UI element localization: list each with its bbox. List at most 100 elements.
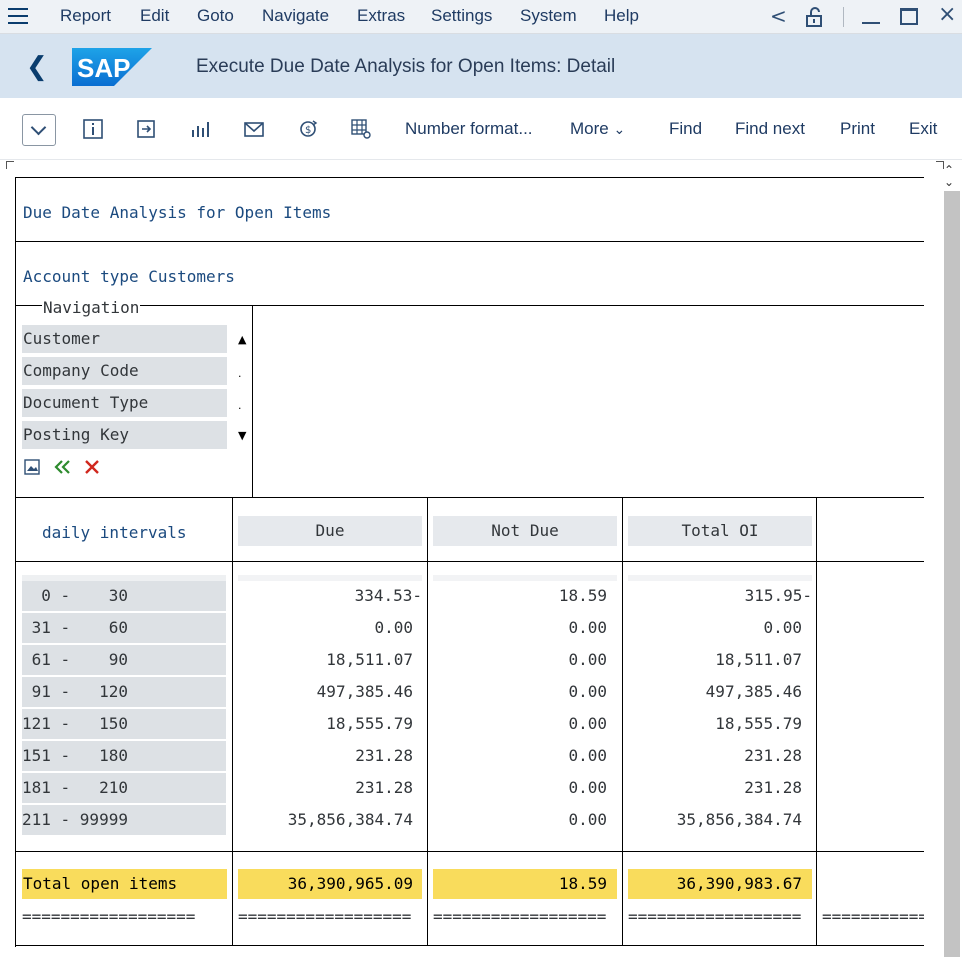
find-next-button[interactable]: Find next bbox=[735, 119, 805, 139]
menu-edit[interactable]: Edit bbox=[140, 6, 169, 26]
exit-button[interactable]: Exit bbox=[909, 119, 937, 139]
due-cell[interactable]: 334.53- bbox=[238, 581, 422, 611]
sap-logo: SAP bbox=[72, 48, 152, 86]
page-title: Execute Due Date Analysis for Open Items… bbox=[196, 56, 616, 77]
interval-cell[interactable]: 211 - 99999 bbox=[22, 805, 226, 835]
menu-system[interactable]: System bbox=[520, 6, 577, 26]
not-due-cell[interactable]: 0.00 bbox=[433, 741, 607, 771]
chevron-down-icon: ⌄ bbox=[613, 122, 626, 138]
back-button[interactable]: ❮ bbox=[26, 52, 48, 82]
export-icon[interactable] bbox=[135, 118, 157, 140]
menu-settings[interactable]: Settings bbox=[431, 6, 492, 26]
delete-icon[interactable] bbox=[84, 459, 100, 475]
currency-icon[interactable]: $ bbox=[297, 118, 319, 140]
menu-navigate[interactable]: Navigate bbox=[262, 6, 329, 26]
menu-report[interactable]: Report bbox=[60, 6, 111, 26]
more-button[interactable]: More ⌄ bbox=[570, 119, 625, 139]
not-due-cell[interactable]: 0.00 bbox=[433, 677, 607, 707]
separator-line: ================== bbox=[238, 907, 412, 926]
total-open-items-label[interactable]: Total open items bbox=[22, 869, 227, 899]
info-icon[interactable] bbox=[82, 118, 104, 140]
minimize-icon[interactable] bbox=[862, 22, 880, 24]
scroll-down-icon[interactable]: ⌄ bbox=[944, 175, 954, 189]
separator-line: ================== bbox=[822, 907, 924, 926]
unlock-icon[interactable] bbox=[804, 6, 826, 28]
nav-item-customer[interactable]: Customer bbox=[22, 325, 227, 353]
menu-bar: Report Edit Goto Navigate Extras Setting… bbox=[0, 0, 962, 34]
due-cell[interactable]: 35,856,384.74 bbox=[238, 805, 413, 835]
nav-scroll-down-icon[interactable]: ▼ bbox=[238, 429, 246, 442]
navigation-label: Navigation bbox=[42, 298, 141, 317]
total-not-due-cell[interactable]: 18.59 bbox=[433, 869, 617, 899]
menu-hamburger-icon[interactable] bbox=[8, 8, 28, 24]
total-due-cell[interactable]: 36,390,965.09 bbox=[238, 869, 422, 899]
interval-cell[interactable]: 61 - 90 bbox=[22, 645, 226, 675]
report-title: Due Date Analysis for Open Items bbox=[23, 203, 332, 222]
total-cell[interactable]: 231.28 bbox=[628, 741, 802, 771]
total-cell[interactable]: 18,555.79 bbox=[628, 709, 802, 739]
chart-icon[interactable] bbox=[189, 118, 211, 140]
due-cell[interactable]: 497,385.46 bbox=[238, 677, 413, 707]
report-panel: Due Date Analysis for Open Items Account… bbox=[15, 177, 924, 947]
interval-cell[interactable]: 0 - 30 bbox=[22, 581, 226, 611]
separator-line: ================== bbox=[433, 907, 607, 926]
svg-text:$: $ bbox=[305, 125, 311, 136]
due-cell[interactable]: 231.28 bbox=[238, 773, 413, 803]
nav-back-icon[interactable]: < bbox=[770, 4, 787, 28]
nav-item-posting-key[interactable]: Posting Key bbox=[22, 421, 227, 449]
content-area: ⌃ ⌄ Due Date Analysis for Open Items Acc… bbox=[0, 161, 962, 957]
interval-cell[interactable]: 181 - 210 bbox=[22, 773, 226, 803]
total-cell[interactable]: 497,385.46 bbox=[628, 677, 802, 707]
column-header-interval: daily intervals bbox=[42, 523, 187, 542]
interval-cell[interactable]: 121 - 150 bbox=[22, 709, 226, 739]
not-due-cell[interactable]: 0.00 bbox=[433, 773, 607, 803]
nav-item-document-type[interactable]: Document Type bbox=[22, 389, 227, 417]
total-cell[interactable]: 35,856,384.74 bbox=[628, 805, 802, 835]
interval-cell[interactable]: 91 - 120 bbox=[22, 677, 226, 707]
total-oi-cell[interactable]: 36,390,983.67 bbox=[628, 869, 812, 899]
due-cell[interactable]: 18,555.79 bbox=[238, 709, 413, 739]
svg-text:SAP: SAP bbox=[77, 53, 130, 83]
double-chevron-left-icon[interactable] bbox=[54, 459, 72, 475]
not-due-cell[interactable]: 0.00 bbox=[433, 709, 607, 739]
due-cell[interactable]: 18,511.07 bbox=[238, 645, 413, 675]
corner-marker bbox=[936, 161, 944, 169]
not-due-cell[interactable]: 18.59 bbox=[433, 581, 607, 611]
separator-line: ================== bbox=[22, 907, 196, 926]
layout-dropdown[interactable] bbox=[22, 114, 56, 146]
corner-marker bbox=[6, 161, 14, 169]
nav-scroll-dot: . bbox=[238, 367, 242, 380]
total-cell[interactable]: 231.28 bbox=[628, 773, 802, 803]
total-cell[interactable]: 0.00 bbox=[628, 613, 802, 643]
find-button[interactable]: Find bbox=[669, 119, 702, 139]
image-icon[interactable] bbox=[24, 459, 40, 475]
menu-help[interactable]: Help bbox=[604, 6, 639, 26]
table-settings-icon[interactable] bbox=[350, 118, 372, 140]
interval-cell[interactable]: 151 - 180 bbox=[22, 741, 226, 771]
due-cell[interactable]: 0.00 bbox=[238, 613, 413, 643]
vertical-scrollbar[interactable] bbox=[944, 191, 960, 957]
nav-scroll-dot: . bbox=[238, 399, 242, 412]
mail-icon[interactable] bbox=[243, 118, 265, 140]
not-due-cell[interactable]: 0.00 bbox=[433, 613, 607, 643]
column-header-total-oi[interactable]: Total OI bbox=[628, 516, 812, 546]
interval-cell[interactable]: 31 - 60 bbox=[22, 613, 226, 643]
column-header-due[interactable]: Due bbox=[238, 516, 422, 546]
number-format-button[interactable]: Number format... bbox=[405, 119, 533, 139]
total-cell[interactable]: 315.95- bbox=[628, 581, 812, 611]
nav-scroll-up-icon[interactable]: ▲ bbox=[238, 333, 246, 346]
not-due-cell[interactable]: 0.00 bbox=[433, 805, 607, 835]
nav-item-company-code[interactable]: Company Code bbox=[22, 357, 227, 385]
column-header-not-due[interactable]: Not Due bbox=[433, 516, 617, 546]
due-cell[interactable]: 231.28 bbox=[238, 741, 413, 771]
total-cell[interactable]: 18,511.07 bbox=[628, 645, 802, 675]
menu-goto[interactable]: Goto bbox=[197, 6, 234, 26]
print-button[interactable]: Print bbox=[840, 119, 875, 139]
menu-extras[interactable]: Extras bbox=[357, 6, 405, 26]
not-due-cell[interactable]: 0.00 bbox=[433, 645, 607, 675]
close-icon[interactable]: × bbox=[938, 2, 956, 27]
divider bbox=[843, 7, 844, 27]
maximize-icon[interactable] bbox=[900, 8, 918, 25]
account-type: Account type Customers bbox=[23, 267, 235, 286]
toolbar: $ Number format... More ⌄ Find Find next… bbox=[0, 98, 962, 160]
